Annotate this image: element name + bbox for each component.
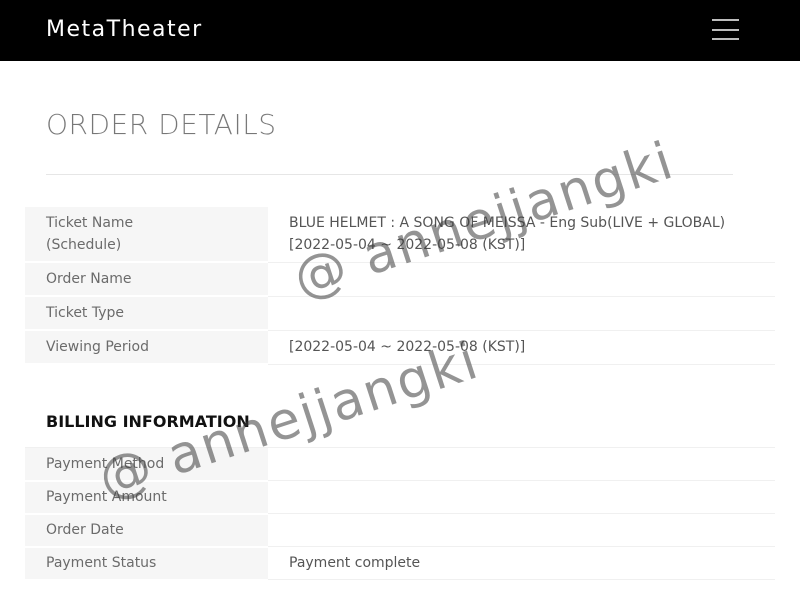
- table-row: Viewing Period [2022-05-04 ~ 2022-05-08 …: [25, 330, 775, 365]
- payment-status-label: Payment Status: [25, 546, 268, 581]
- viewing-period-label: Viewing Period: [25, 330, 268, 365]
- ticket-schedule-value: [2022-05-04 ~ 2022-05-08 (KST)]: [289, 237, 526, 254]
- hamburger-bar: [712, 28, 739, 31]
- payment-status-value: Payment complete: [268, 546, 775, 580]
- table-row: Payment Status Payment complete: [25, 546, 775, 581]
- order-date-value: [268, 513, 775, 547]
- order-name-value: [268, 262, 775, 297]
- billing-details-table: Payment Method Payment Amount Order Date…: [25, 447, 775, 581]
- payment-method-label: Payment Method: [25, 447, 268, 482]
- ticket-name-value-line1: BLUE HELMET : A SONG OF MEISSA - Eng Sub…: [289, 215, 726, 232]
- viewing-period-value: [2022-05-04 ~ 2022-05-08 (KST)]: [268, 330, 775, 365]
- table-row: Payment Method: [25, 447, 775, 482]
- payment-method-value: [268, 447, 775, 481]
- top-navbar: MetaTheater: [0, 0, 800, 61]
- table-row: Payment Amount: [25, 480, 775, 515]
- hamburger-menu-icon[interactable]: [712, 19, 739, 40]
- ticket-name-value: BLUE HELMET : A SONG OF MEISSA - Eng Sub…: [268, 207, 775, 263]
- page-title: ORDER DETAILS: [46, 108, 277, 141]
- brand-logo-link[interactable]: MetaTheater: [46, 17, 203, 42]
- ticket-name-label: Ticket Name (Schedule): [25, 207, 268, 263]
- table-row: Ticket Name (Schedule) BLUE HELMET : A S…: [25, 207, 775, 263]
- ticket-name-label-line2: (Schedule): [46, 237, 122, 253]
- title-divider: [46, 174, 733, 175]
- billing-section-title: BILLING INFORMATION: [46, 412, 250, 431]
- ticket-name-label-line1: Ticket Name: [46, 215, 134, 231]
- hamburger-bar: [712, 38, 739, 40]
- payment-amount-value: [268, 480, 775, 514]
- order-details-table: Ticket Name (Schedule) BLUE HELMET : A S…: [25, 207, 775, 365]
- order-name-label: Order Name: [25, 262, 268, 297]
- table-row: Ticket Type: [25, 296, 775, 331]
- payment-amount-label: Payment Amount: [25, 480, 268, 515]
- hamburger-bar: [712, 19, 739, 21]
- table-row: Order Date: [25, 513, 775, 548]
- ticket-type-value: [268, 296, 775, 331]
- ticket-type-label: Ticket Type: [25, 296, 268, 331]
- table-row: Order Name: [25, 262, 775, 297]
- order-date-label: Order Date: [25, 513, 268, 548]
